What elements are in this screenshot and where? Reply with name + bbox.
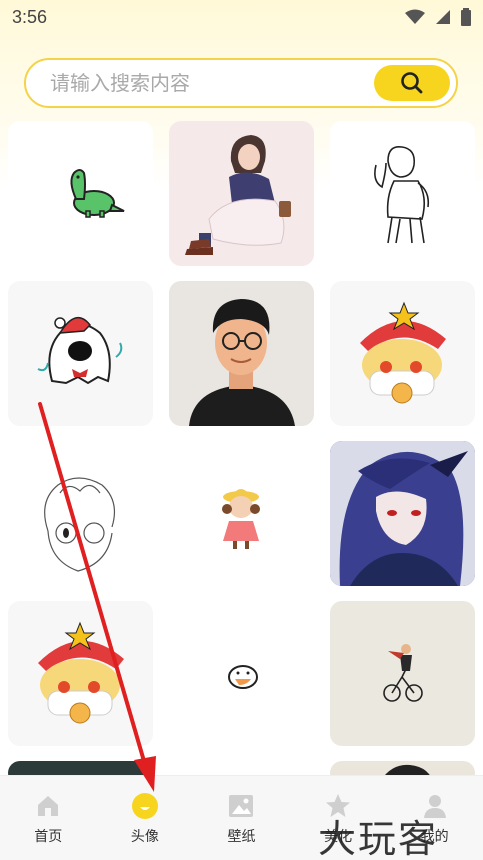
- dinosaur-image: [70, 169, 125, 218]
- sketch-boy-image: [44, 477, 115, 572]
- watermark-logo: 大玩客: [318, 817, 439, 860]
- man-glasses-image: [189, 299, 295, 426]
- little-girl-image: [222, 489, 260, 549]
- search-button[interactable]: [374, 65, 450, 101]
- grid-item-girl-sitting[interactable]: [169, 121, 314, 266]
- search-icon: [401, 72, 423, 94]
- grid-item-anime-blue[interactable]: [330, 441, 475, 586]
- girl-sitting-image: [185, 135, 291, 255]
- grid-item-blonde-chibi-2[interactable]: [8, 601, 153, 746]
- lineart-boy-image: [374, 145, 430, 244]
- nav-label-home: 首页: [34, 829, 63, 845]
- status-bar: 3:56: [0, 0, 483, 34]
- grid-item-cyclist[interactable]: [330, 601, 475, 746]
- image-icon: [229, 795, 254, 817]
- home-icon: [38, 796, 59, 816]
- blonde-chibi-2-image: [38, 621, 124, 724]
- ghost-image: [37, 316, 123, 385]
- small-blob-image: [228, 665, 258, 689]
- nav-item-home[interactable]: 首页: [0, 776, 97, 860]
- avatar-icon: [131, 793, 158, 819]
- grid-item-ghost[interactable]: [8, 281, 153, 426]
- nav-label-wallpaper: 壁纸: [227, 829, 256, 845]
- signal-icon: [436, 10, 450, 24]
- nav-item-avatar[interactable]: 头像: [97, 776, 194, 860]
- search-input[interactable]: [48, 70, 372, 96]
- search-bar: [24, 58, 458, 108]
- cyclist-image: [383, 644, 423, 702]
- status-time: 3:56: [12, 6, 48, 27]
- grid-item-lineart-boy[interactable]: [330, 121, 475, 266]
- grid-item-man-glasses[interactable]: [169, 281, 314, 426]
- grid-item-blonde-chibi[interactable]: [330, 281, 475, 426]
- nav-item-wallpaper[interactable]: 壁纸: [193, 776, 290, 860]
- wifi-icon: [405, 9, 425, 24]
- battery-icon: [461, 8, 471, 26]
- app-screen: 3:56 请输入搜索内容 首页 头像 壁纸 美化 我的 大玩客: [0, 0, 483, 860]
- grid-item-sketch-boy[interactable]: [8, 441, 153, 586]
- grid-item-small-blob[interactable]: [169, 601, 314, 746]
- anime-blue-image: [330, 441, 475, 586]
- grid-item-little-girl[interactable]: [169, 441, 314, 586]
- blonde-chibi-image: [360, 301, 446, 404]
- grid-item-dinosaur[interactable]: [8, 121, 153, 266]
- nav-label-avatar: 头像: [130, 829, 159, 845]
- avatar-grid: [8, 121, 475, 785]
- status-icons: [405, 8, 471, 26]
